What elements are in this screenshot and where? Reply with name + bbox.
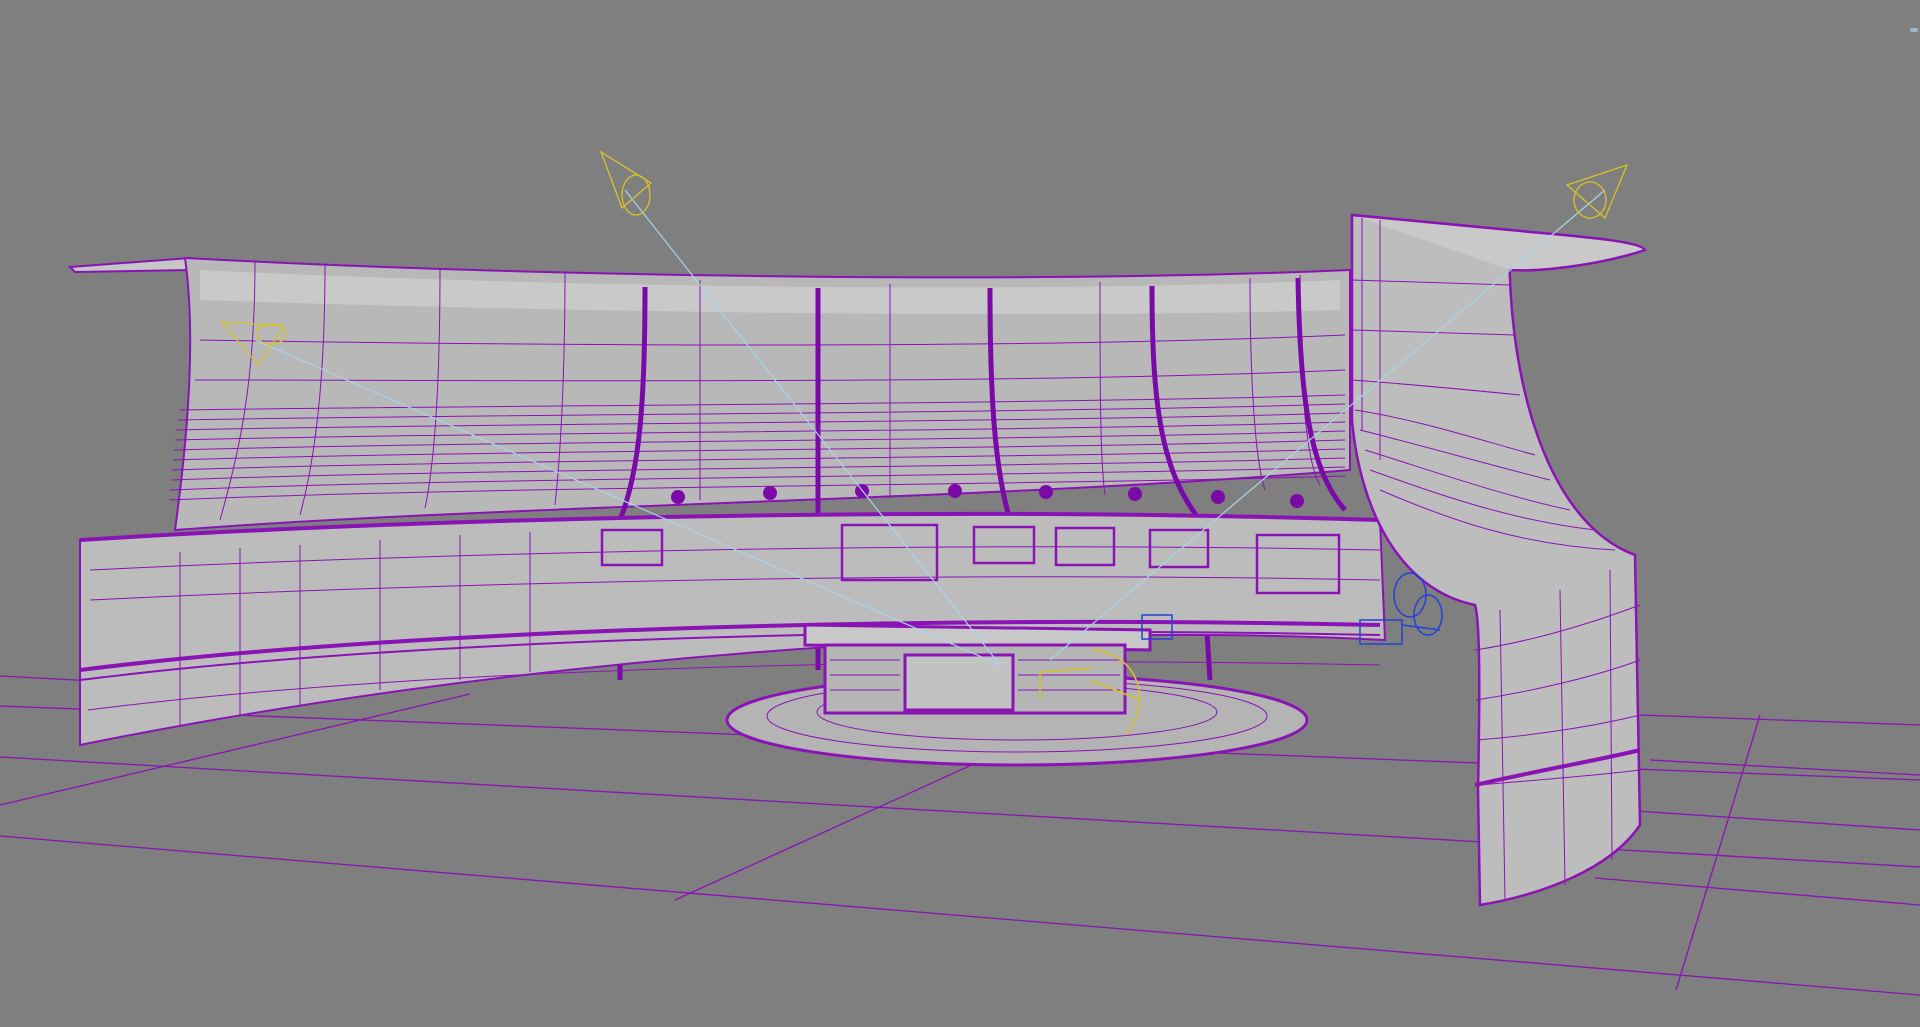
viewport-corner-marker [1910, 28, 1918, 32]
3d-viewport[interactable] [0, 0, 1920, 1027]
spotlight-cone-icon [599, 150, 653, 216]
spotlight-cone-icon [1565, 163, 1629, 220]
scene-canvas[interactable] [0, 0, 1920, 1027]
spot-light-right[interactable] [1565, 163, 1629, 220]
news-desk[interactable] [803, 623, 1152, 715]
right-curved-tower[interactable] [1350, 213, 1647, 907]
spot-light-top[interactable] [599, 150, 653, 216]
